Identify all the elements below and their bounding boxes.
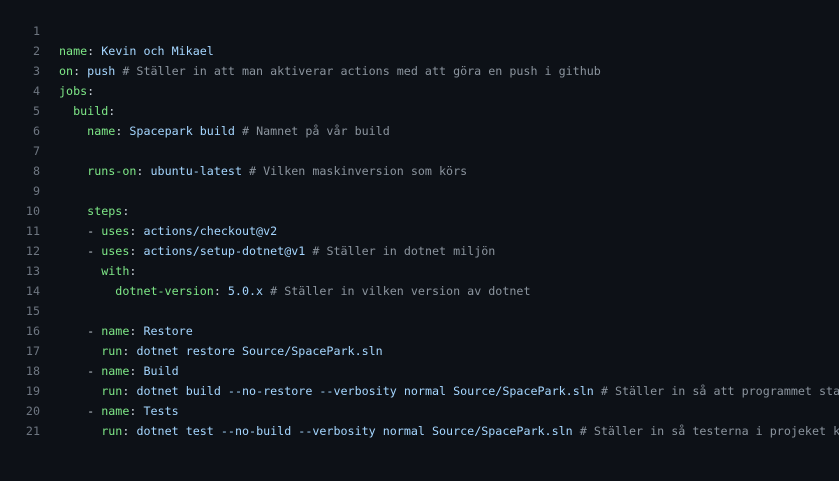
code-line[interactable]: 17 - name: Build xyxy=(0,321,839,378)
yaml-value: dotnet test --no-build --verbosity norma… xyxy=(129,424,573,438)
code-line[interactable]: 21 xyxy=(0,401,839,438)
colon: : xyxy=(122,424,130,438)
code-line[interactable]: 5 name: Spacepark build # Namnet på vår … xyxy=(0,81,839,138)
code-line[interactable]: 14 xyxy=(0,261,839,298)
code-line[interactable]: 13 dotnet-version: 5.0.x # Ställer in vi… xyxy=(0,241,839,298)
code-line[interactable]: 11 - uses: actions/setup-dotnet@v1 # Stä… xyxy=(0,201,839,258)
code-line[interactable]: 10 - uses: actions/checkout@v2 xyxy=(0,181,839,238)
code-line[interactable]: 4 build: xyxy=(0,61,839,118)
code-line[interactable]: 16 run: dotnet restore Source/SpacePark.… xyxy=(0,301,839,358)
code-line[interactable]: 2 on: push # Ställer in att man aktivera… xyxy=(0,21,839,78)
code-text: run: dotnet test --no-build --verbosity … xyxy=(59,421,839,441)
line-number: 21 xyxy=(25,424,40,438)
yaml-comment: # Ställer in så testerna i projeket körs xyxy=(572,424,839,438)
code-line[interactable]: 3 jobs: xyxy=(0,41,839,98)
code-line[interactable]: 20 run: dotnet test --no-build --verbosi… xyxy=(0,381,839,438)
yaml-key: run xyxy=(101,424,123,438)
code-line[interactable]: 19 - name: Tests xyxy=(0,361,839,418)
code-line[interactable]: 18 run: dotnet build --no-restore --verb… xyxy=(0,341,839,398)
code-line[interactable]: 12 with: xyxy=(0,221,839,278)
code-editor[interactable]: 1 name: Kevin och Mikael 2 on: push # St… xyxy=(0,0,839,438)
code-line[interactable]: 8 xyxy=(0,141,839,178)
code-line[interactable]: 7 runs-on: ubuntu-latest # Vilken maskin… xyxy=(0,121,839,178)
code-line[interactable]: 1 name: Kevin och Mikael xyxy=(0,1,839,58)
code-line[interactable]: 15 - name: Restore xyxy=(0,281,839,338)
code-line[interactable]: 9 steps: xyxy=(0,161,839,218)
code-line[interactable]: 6 xyxy=(0,101,839,138)
